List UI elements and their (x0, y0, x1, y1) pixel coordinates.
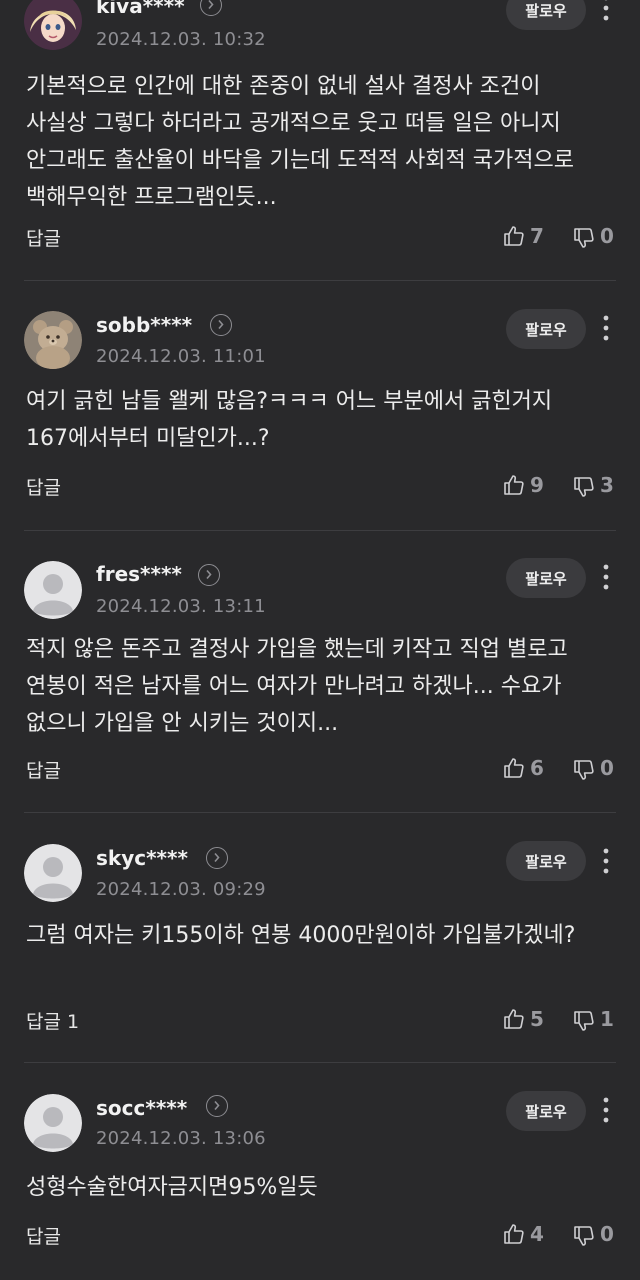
username[interactable]: sobb**** (96, 313, 192, 337)
username[interactable]: socc**** (96, 1096, 187, 1120)
reply-button[interactable]: 답글 (26, 224, 61, 251)
follow-button[interactable]: 팔로우 (506, 0, 586, 30)
comment-text: 기본적으로 인간에 대한 존중이 없네 설사 결정사 조건이 사실상 그렇다 하… (26, 74, 574, 210)
reply-button[interactable]: 답글 (26, 473, 61, 500)
comment-text: 그럼 여자는 키155이하 연봉 4000만원이하 가입불가겠네? (26, 923, 576, 948)
comment-item: socc**** 2024.12.03. 13:06 팔로우 성형수술한여자금지… (0, 1063, 640, 1280)
reply-button[interactable]: 답글 (26, 756, 61, 783)
profile-chevron-icon[interactable] (206, 847, 228, 869)
dislike-count: 0 (600, 756, 614, 780)
like-count: 4 (530, 1222, 544, 1246)
username[interactable]: skyc**** (96, 846, 188, 870)
comment-item: skyc**** 2024.12.03. 09:29 팔로우 그럼 여자는 키1… (0, 813, 640, 1062)
comment-date: 2024.12.03. 11:01 (96, 346, 266, 367)
more-options-icon[interactable] (596, 563, 616, 591)
comment-date: 2024.12.03. 09:29 (96, 879, 266, 900)
username[interactable]: fres**** (96, 562, 182, 586)
like-count: 7 (530, 224, 544, 248)
comment-date: 2024.12.03. 10:32 (96, 29, 266, 50)
profile-chevron-icon[interactable] (200, 0, 222, 16)
reply-button[interactable]: 답글 1 (26, 1007, 79, 1034)
dislike-count: 3 (600, 473, 614, 497)
more-options-icon[interactable] (596, 847, 616, 875)
username[interactable]: kiva**** (96, 0, 185, 18)
thumbs-down-icon[interactable] (572, 226, 596, 250)
avatar[interactable] (24, 844, 82, 902)
thumbs-up-icon[interactable] (502, 756, 526, 780)
follow-button[interactable]: 팔로우 (506, 309, 586, 349)
more-options-icon[interactable] (596, 0, 616, 22)
follow-button[interactable]: 팔로우 (506, 841, 586, 881)
like-count: 9 (530, 473, 544, 497)
follow-button[interactable]: 팔로우 (506, 558, 586, 598)
thumbs-up-icon[interactable] (502, 1222, 526, 1246)
thumbs-down-icon[interactable] (572, 1009, 596, 1033)
follow-button[interactable]: 팔로우 (506, 1091, 586, 1131)
more-options-icon[interactable] (596, 1096, 616, 1124)
like-count: 6 (530, 756, 544, 780)
comment-text: 적지 않은 돈주고 결정사 가입을 했는데 키작고 직업 별로고 연봉이 적은 … (26, 637, 568, 736)
more-options-icon[interactable] (596, 314, 616, 342)
avatar[interactable] (24, 561, 82, 619)
dislike-count: 1 (600, 1007, 614, 1031)
profile-chevron-icon[interactable] (206, 1095, 228, 1117)
comment-date: 2024.12.03. 13:11 (96, 596, 266, 617)
dislike-count: 0 (600, 1222, 614, 1246)
profile-chevron-icon[interactable] (210, 314, 232, 336)
thumbs-down-icon[interactable] (572, 758, 596, 782)
thumbs-up-icon[interactable] (502, 1007, 526, 1031)
thumbs-up-icon[interactable] (502, 473, 526, 497)
comment-item: fres**** 2024.12.03. 13:11 팔로우 적지 않은 돈주고… (0, 531, 640, 812)
dislike-count: 0 (600, 224, 614, 248)
thumbs-up-icon[interactable] (502, 224, 526, 248)
avatar[interactable] (24, 311, 82, 369)
avatar[interactable] (24, 0, 82, 50)
thumbs-down-icon[interactable] (572, 475, 596, 499)
like-count: 5 (530, 1007, 544, 1031)
comment-item: kiva**** 2024.12.03. 10:32 팔로우 기본적으로 인간에… (0, 0, 640, 280)
thumbs-down-icon[interactable] (572, 1224, 596, 1248)
reply-button[interactable]: 답글 (26, 1222, 61, 1249)
comment-item: sobb**** 2024.12.03. 11:01 팔로우 여기 긁힌 남들 … (0, 281, 640, 530)
comment-text: 성형수술한여자금지면95%일듯 (26, 1175, 318, 1200)
profile-chevron-icon[interactable] (198, 564, 220, 586)
avatar[interactable] (24, 1094, 82, 1152)
comment-date: 2024.12.03. 13:06 (96, 1128, 266, 1149)
comment-text: 여기 긁힌 남들 왤케 많음?ㅋㅋㅋ 어느 부분에서 긁힌거지 167에서부터 … (26, 389, 553, 451)
